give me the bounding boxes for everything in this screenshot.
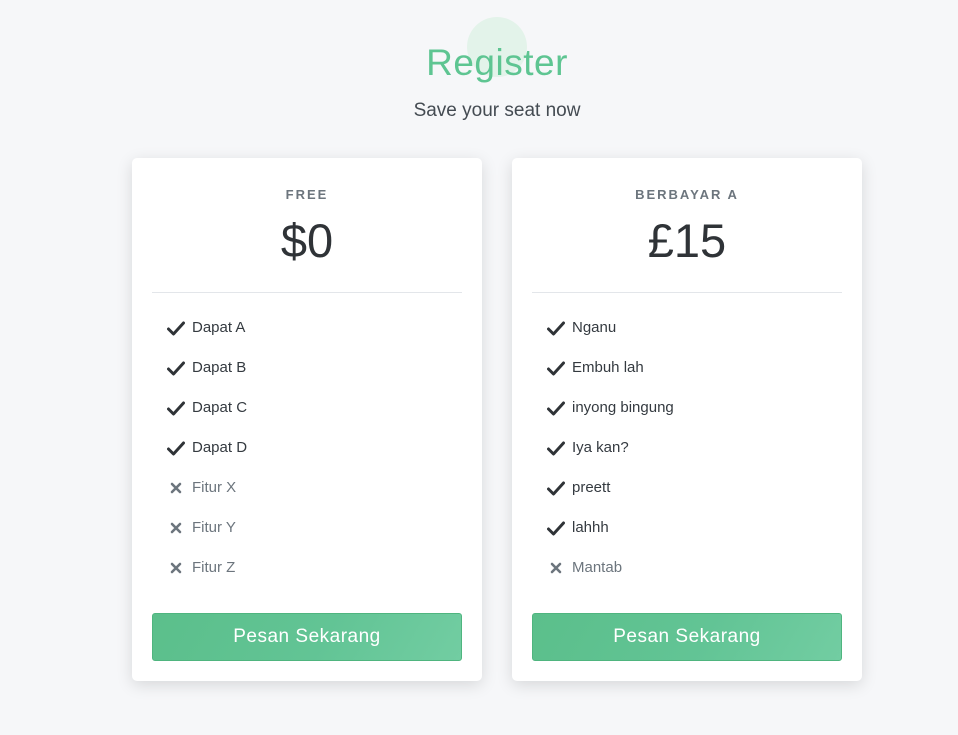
feature-list: Nganu Embuh lah inyong bingung Iya kan? … — [547, 318, 674, 598]
register-page: Register Save your seat now FREE $0 Dapa… — [0, 0, 958, 735]
feature-item: Fitur X — [167, 478, 247, 518]
feature-label: Fitur Z — [192, 559, 236, 576]
feature-item: Mantab — [547, 558, 674, 598]
feature-item: Dapat A — [167, 318, 247, 358]
feature-item: Iya kan? — [547, 438, 674, 478]
feature-label: Dapat D — [192, 439, 248, 456]
page-subtitle: Save your seat now — [413, 100, 581, 121]
feature-item: Dapat B — [167, 358, 247, 398]
divider — [152, 292, 462, 293]
times-icon — [167, 518, 192, 538]
feature-label: Dapat B — [192, 359, 247, 376]
feature-item: lahhh — [547, 518, 674, 558]
feature-item: Fitur Z — [167, 558, 247, 598]
feature-label: Fitur X — [192, 479, 237, 496]
plan-name: FREE — [285, 187, 329, 202]
feature-item: Nganu — [547, 318, 674, 358]
check-icon — [167, 318, 192, 338]
times-icon — [167, 558, 192, 578]
feature-label: inyong bingung — [572, 399, 674, 416]
feature-item: Fitur Y — [167, 518, 247, 558]
check-icon — [167, 398, 192, 418]
feature-item: inyong bingung — [547, 398, 674, 438]
feature-label: Nganu — [572, 319, 617, 336]
check-icon — [547, 478, 572, 498]
feature-item: Embuh lah — [547, 358, 674, 398]
times-icon — [167, 478, 192, 498]
pricing-card-berbayar-a: BERBAYAR A £15 Nganu Embuh lah inyong bi… — [512, 158, 862, 681]
check-icon — [547, 398, 572, 418]
order-now-button[interactable]: Pesan Sekarang — [532, 613, 842, 661]
feature-label: Dapat C — [192, 399, 248, 416]
pricing-card-free: FREE $0 Dapat A Dapat B Dapat C Dapat D … — [132, 158, 482, 681]
check-icon — [167, 358, 192, 378]
feature-list: Dapat A Dapat B Dapat C Dapat D Fitur X … — [167, 318, 247, 598]
feature-label: preett — [572, 479, 611, 496]
check-icon — [167, 438, 192, 458]
feature-item: preett — [547, 478, 674, 518]
plan-name: BERBAYAR A — [635, 187, 739, 202]
feature-label: Iya kan? — [572, 439, 629, 456]
feature-label: Dapat A — [192, 319, 246, 336]
check-icon — [547, 318, 572, 338]
feature-label: Mantab — [572, 559, 623, 576]
check-icon — [547, 518, 572, 538]
times-icon — [547, 558, 572, 578]
order-now-button[interactable]: Pesan Sekarang — [152, 613, 462, 661]
divider — [532, 292, 842, 293]
page-title: Register — [426, 42, 568, 83]
feature-item: Dapat C — [167, 398, 247, 438]
feature-item: Dapat D — [167, 438, 247, 478]
check-icon — [547, 358, 572, 378]
plan-price: £15 — [647, 214, 727, 267]
feature-label: lahhh — [572, 519, 609, 536]
check-icon — [547, 438, 572, 458]
feature-label: Fitur Y — [192, 519, 236, 536]
feature-label: Embuh lah — [572, 359, 644, 376]
plan-price: $0 — [280, 214, 334, 267]
